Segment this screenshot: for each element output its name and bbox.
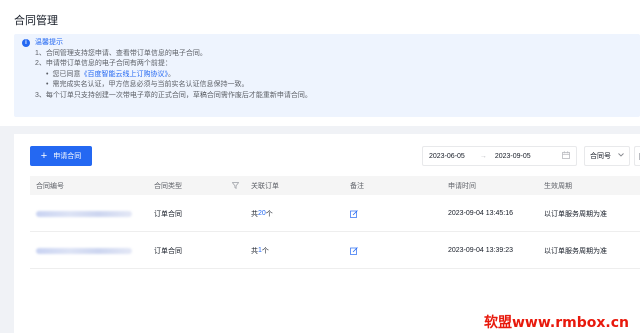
edit-icon[interactable] <box>350 209 358 218</box>
notice-heading: 温馨提示 <box>35 39 63 46</box>
notice-line: 3、每个订单只支持创建一次带电子章的正式合同，草稿合同需作废后才能重新申请合同。 <box>35 91 312 99</box>
column-header: 合同类型 <box>154 182 182 190</box>
header-area: 合同管理 i 温馨提示 1、合同管理支持您申请、查看带订单信息的电子合同。 2、… <box>0 0 640 126</box>
validity-period-cell: 以订单服务周期为准 <box>544 210 607 218</box>
info-icon: i <box>22 39 30 48</box>
page-title: 合同管理 <box>14 15 58 27</box>
contract-type-cell: 订单合同 <box>154 210 182 218</box>
apply-time-cell: 2023-09-04 13:45:16 <box>448 210 513 217</box>
search-input[interactable] <box>634 146 640 166</box>
site-watermark: 软盟www.rmbox.cn <box>484 315 629 331</box>
contract-list-card: + 申请合同 2023-06-05 → 2023-09-05 合同号 合同编号 … <box>14 134 640 333</box>
search-field-select[interactable]: 合同号 <box>584 146 630 166</box>
notice-line: 1、合同管理支持您申请、查看带订单信息的电子合同。 <box>35 49 207 57</box>
table-row: 订单合同 共1个 2023-09-04 13:39:23 以订单服务周期为准 <box>30 233 640 269</box>
notice-subline: 您已同意《百度智能云线上订购协议》。 <box>22 70 632 81</box>
redacted-contract-id <box>36 210 132 217</box>
edit-icon[interactable] <box>350 246 358 255</box>
column-header: 合同编号 <box>36 182 64 190</box>
order-count-link[interactable]: 20 <box>258 210 266 217</box>
chevron-down-icon <box>618 153 624 159</box>
contract-id-cell[interactable] <box>36 233 132 268</box>
contract-id-cell[interactable] <box>36 196 132 231</box>
column-header: 关联订单 <box>251 182 279 190</box>
notice-subline: 需完成实名认证，甲方信息必须与当前实名认证信息保持一致。 <box>22 80 632 91</box>
apply-time-cell: 2023-09-04 13:39:23 <box>448 247 513 254</box>
table-row: 订单合同 共 20 个 2023-09-04 13:45:16 以订单服务周期为准 <box>30 196 640 232</box>
remark-cell <box>350 196 358 231</box>
column-header: 生效周期 <box>544 182 572 190</box>
validity-period-cell: 以订单服务周期为准 <box>544 247 607 255</box>
related-orders-cell: 共1个 <box>251 247 269 255</box>
notice-line: 2、申请带订单信息的电子合同有两个前提： <box>35 60 172 67</box>
date-start: 2023-06-05 <box>429 152 465 160</box>
related-orders-cell: 共 20 个 <box>251 210 273 218</box>
redacted-contract-id <box>36 247 132 254</box>
calendar-icon <box>562 151 570 161</box>
column-header: 备注 <box>350 182 364 190</box>
notice-panel: i 温馨提示 1、合同管理支持您申请、查看带订单信息的电子合同。 2、申请带订单… <box>14 34 640 117</box>
table-header: 合同编号 合同类型 关联订单 备注 申请时间 生效周期 <box>30 176 640 195</box>
date-end: 2023-09-05 <box>494 152 531 160</box>
contract-type-cell: 订单合同 <box>154 247 182 255</box>
filter-icon[interactable] <box>232 182 239 189</box>
range-arrow-icon: → <box>479 152 487 160</box>
column-header: 申请时间 <box>448 182 476 190</box>
date-range-picker[interactable]: 2023-06-05 → 2023-09-05 <box>422 146 577 166</box>
remark-cell <box>350 233 358 268</box>
apply-contract-button[interactable]: + 申请合同 <box>30 146 92 166</box>
plus-icon: + <box>40 150 48 162</box>
agreement-link[interactable]: 《百度智能云线上订购协议》 <box>80 71 168 78</box>
